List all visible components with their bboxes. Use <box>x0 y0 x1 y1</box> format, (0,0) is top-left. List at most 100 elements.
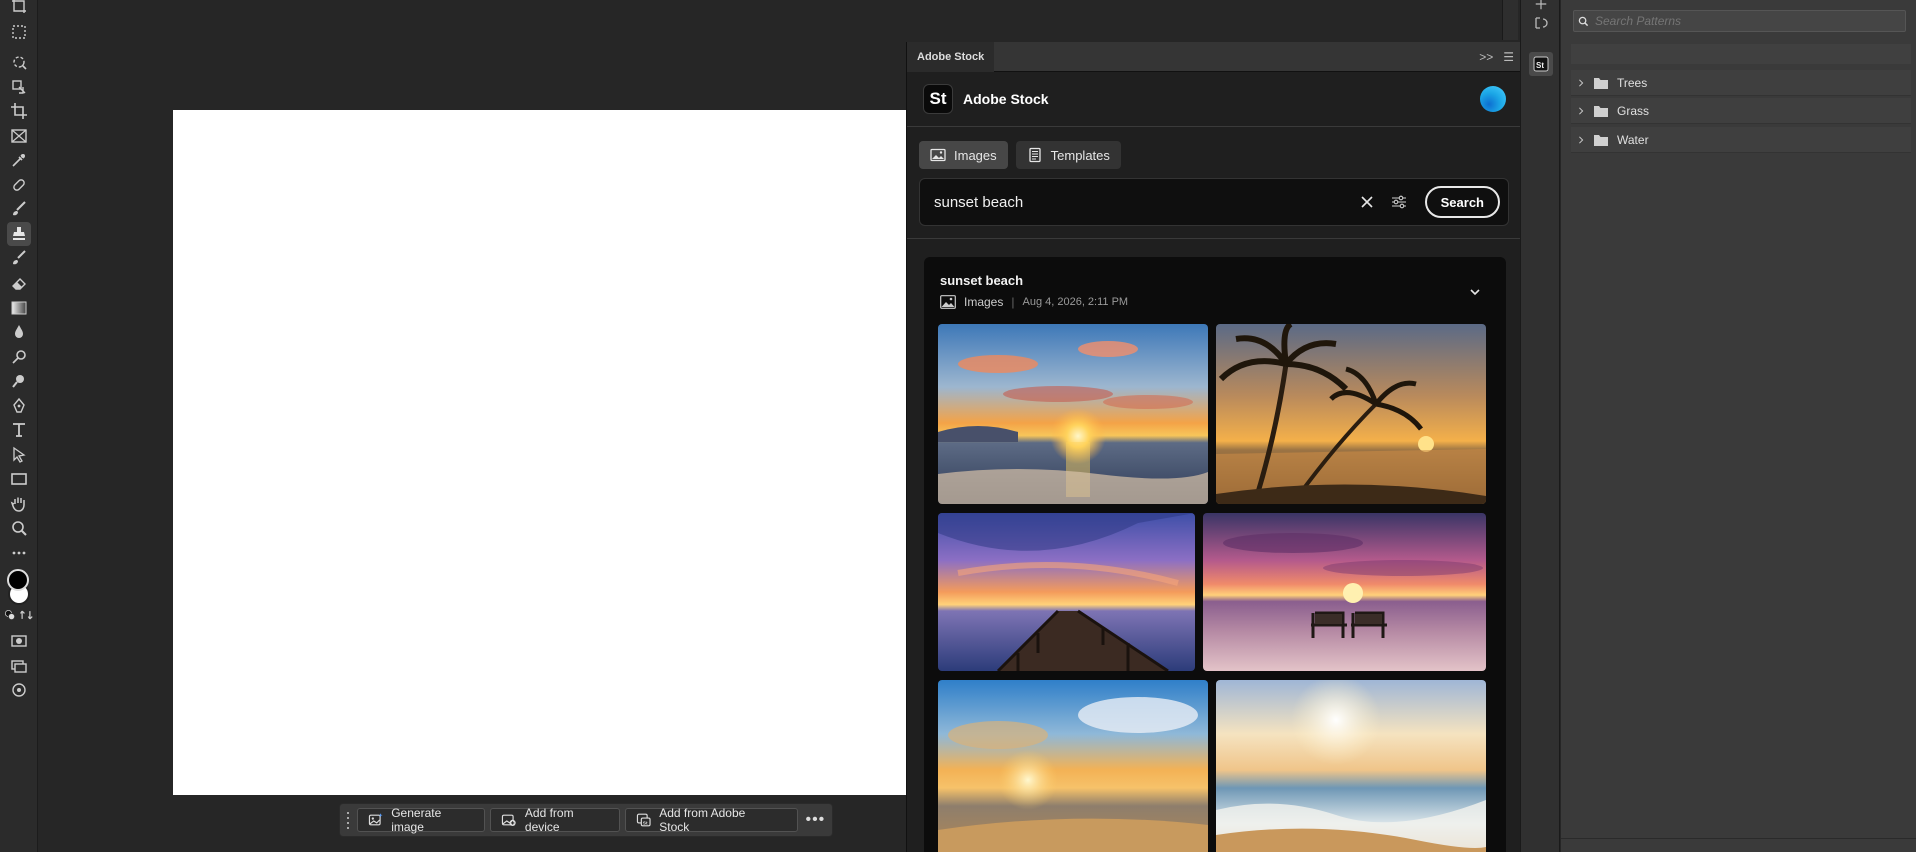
adobe-stock-logo: St <box>923 84 953 114</box>
tab-images-label: Images <box>954 147 997 163</box>
results-title: sunset beach <box>940 273 1024 288</box>
add-from-device-label: Add from device <box>524 806 574 834</box>
stock-thumbnail[interactable] <box>938 513 1195 671</box>
chevron-right-icon <box>1579 78 1584 87</box>
stock-panel-tab[interactable]: Adobe Stock <box>907 41 995 72</box>
tools-panel <box>0 0 38 852</box>
stock-thumbnail[interactable] <box>1216 324 1486 504</box>
image-icon <box>930 148 946 162</box>
add-from-adobe-stock-button[interactable]: St Add from Adobe Stock <box>624 806 798 834</box>
blur-tool-icon[interactable] <box>7 320 31 344</box>
pattern-folder-grass[interactable]: Grass <box>1571 98 1911 124</box>
clone-stamp-tool-icon[interactable] <box>7 222 31 246</box>
close-icon <box>1361 196 1373 208</box>
collapse-results-button[interactable] <box>1466 283 1484 301</box>
foreground-color-swatch[interactable] <box>7 569 29 591</box>
stock-thumbnail[interactable] <box>1216 680 1486 852</box>
adobe-stock-panel-icon[interactable]: St <box>1529 52 1553 76</box>
stock-thumbnail[interactable] <box>938 324 1208 504</box>
folder-icon <box>1594 134 1608 146</box>
svg-text:St: St <box>1536 61 1544 70</box>
sponge-tool-icon[interactable] <box>7 369 31 393</box>
chevron-right-icon <box>1579 135 1584 144</box>
eyedropper-tool-icon[interactable] <box>7 148 31 172</box>
history-panel-icon[interactable] <box>1529 11 1553 35</box>
folder-icon <box>1594 105 1608 117</box>
stock-header: St Adobe Stock <box>907 72 1520 127</box>
filter-sliders-icon <box>1391 195 1406 209</box>
tab-images[interactable]: Images <box>919 141 1008 169</box>
folder-label: Trees <box>1617 75 1648 90</box>
patterns-search-input[interactable] <box>1589 14 1905 28</box>
user-avatar[interactable] <box>1480 86 1506 112</box>
add-from-device-button[interactable]: Add from device <box>490 806 620 834</box>
brush-tool-icon[interactable] <box>7 197 31 221</box>
taskbar-more-button[interactable]: ••• <box>803 808 828 832</box>
swap-colors-icon[interactable] <box>19 603 33 627</box>
search-button[interactable]: Search <box>1424 186 1500 218</box>
more-icon: ••• <box>805 811 826 828</box>
pattern-folder-trees[interactable]: Trees <box>1571 70 1911 96</box>
screen-mode-icon[interactable] <box>7 654 31 678</box>
search-filters-button[interactable] <box>1385 188 1413 216</box>
crop-tool-icon[interactable] <box>7 99 31 123</box>
clear-search-button[interactable] <box>1353 188 1381 216</box>
generate-image-button[interactable]: Generate image <box>356 806 486 834</box>
stock-thumbnail[interactable] <box>938 680 1208 852</box>
healing-brush-tool-icon[interactable] <box>7 173 31 197</box>
taskbar-drag-handle[interactable] <box>344 809 352 831</box>
hand-tool-icon[interactable] <box>7 492 31 516</box>
patterns-panel: Trees Grass Water <box>1561 0 1916 852</box>
pen-tool-icon[interactable] <box>7 394 31 418</box>
folder-label: Water <box>1617 132 1649 147</box>
artboard-tool-icon[interactable] <box>7 0 31 18</box>
results-divider <box>907 238 1521 239</box>
default-colors-icon[interactable] <box>3 603 17 627</box>
dodge-tool-icon[interactable] <box>7 345 31 369</box>
quick-mask-icon[interactable] <box>7 629 31 653</box>
eraser-tool-icon[interactable] <box>7 271 31 295</box>
patterns-toolbar <box>1571 44 1911 64</box>
chevron-down-icon <box>1470 289 1480 296</box>
collapse-panel-icon[interactable]: >> <box>1479 50 1493 64</box>
patterns-footer <box>1561 838 1916 852</box>
results-date: Aug 4, 2026, 2:11 PM <box>1022 296 1129 308</box>
rectangle-tool-icon[interactable] <box>7 467 31 491</box>
panel-menu-icon[interactable]: ☰ <box>1503 50 1514 64</box>
template-icon <box>1028 147 1041 163</box>
stock-search-bar: Search <box>919 178 1509 226</box>
folder-label: Grass <box>1617 103 1650 118</box>
more-tools-icon[interactable] <box>7 541 31 565</box>
gradient-tool-icon[interactable] <box>7 296 31 320</box>
search-results-card: sunset beach Images | Aug 4, 2026, 2:11 … <box>924 257 1506 852</box>
frame-tool-icon[interactable] <box>7 124 31 148</box>
generate-image-label: Generate image <box>391 806 442 834</box>
type-tool-icon[interactable] <box>7 418 31 442</box>
frame-mode-icon[interactable] <box>7 678 31 702</box>
stock-image-icon: St <box>636 813 651 827</box>
path-selection-tool-icon[interactable] <box>7 443 31 467</box>
workspace-scrollbar[interactable] <box>1502 0 1518 40</box>
image-icon <box>940 295 956 309</box>
add-from-adobe-stock-label: Add from Adobe Stock <box>659 806 746 834</box>
pattern-folder-water[interactable]: Water <box>1571 127 1911 153</box>
photoshop-window: Generate image Add from device St Add fr… <box>0 0 1916 852</box>
move-selection-tool-icon[interactable] <box>7 75 31 99</box>
history-brush-tool-icon[interactable] <box>7 246 31 270</box>
tab-templates-label: Templates <box>1050 147 1110 163</box>
object-selection-tool-icon[interactable] <box>7 50 31 74</box>
zoom-tool-icon[interactable] <box>7 516 31 540</box>
search-icon <box>1578 16 1589 26</box>
tab-templates[interactable]: Templates <box>1015 141 1121 169</box>
marquee-tool-icon[interactable] <box>7 20 31 44</box>
generate-image-icon <box>368 813 383 826</box>
stock-panel-tabbar: Adobe Stock >> ☰ <box>907 41 1520 72</box>
content-type-tabs: Images Templates <box>919 141 1121 169</box>
folder-icon <box>1594 77 1608 89</box>
document-canvas[interactable] <box>173 110 943 795</box>
meta-separator: | <box>1011 295 1015 309</box>
chevron-right-icon <box>1579 106 1584 115</box>
stock-thumbnail[interactable] <box>1203 513 1486 671</box>
stock-search-input[interactable] <box>934 193 1349 211</box>
svg-text:St: St <box>643 820 648 826</box>
